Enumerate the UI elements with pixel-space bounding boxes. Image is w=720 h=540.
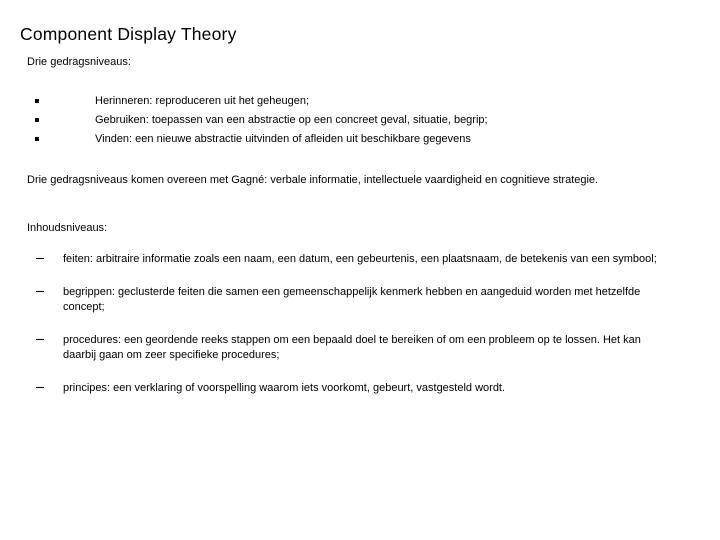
list-item: Herinneren: reproduceren uit het geheuge… <box>27 92 693 111</box>
square-bullet-icon <box>35 99 39 103</box>
list-item: begrippen: geclusterde feiten die samen … <box>27 285 663 315</box>
dash-bullet-icon <box>36 258 44 259</box>
list-item-label: Herinneren: reproduceren uit het geheuge… <box>95 95 310 107</box>
square-bullet-icon <box>35 137 39 141</box>
list-item: feiten: arbitraire informatie zoals een … <box>27 252 663 267</box>
square-bullet-icon <box>35 118 39 122</box>
section-label-inhoudsniveaus: Inhoudsniveaus: <box>27 222 108 234</box>
list-item: Gebruiken: toepassen van een abstractie … <box>27 111 693 130</box>
list-item-label: Gebruiken: toepassen van een abstractie … <box>95 114 488 126</box>
slide-body: Drie gedragsniveaus: Herinneren: reprodu… <box>27 55 693 396</box>
slide-canvas: Component Display Theory Drie gedragsniv… <box>0 0 720 540</box>
page-title: Component Display Theory <box>20 24 237 44</box>
behaviour-levels-list: Herinneren: reproduceren uit het geheuge… <box>27 92 693 149</box>
lead-line: Drie gedragsniveaus: <box>27 56 131 68</box>
content-levels-list: feiten: arbitraire informatie zoals een … <box>27 252 693 396</box>
list-item-label: Vinden: een nieuwe abstractie uitvinden … <box>95 133 471 145</box>
list-item: principes: een verklaring of voorspellin… <box>27 381 663 396</box>
list-item-label: feiten: arbitraire informatie zoals een … <box>63 253 657 265</box>
gagne-paragraph: Drie gedragsniveaus komen overeen met Ga… <box>27 174 599 186</box>
dash-bullet-icon <box>36 291 44 292</box>
list-item: procedures: een geordende reeks stappen … <box>27 333 663 363</box>
list-item-label: principes: een verklaring of voorspellin… <box>63 382 506 394</box>
dash-bullet-icon <box>36 339 44 340</box>
dash-bullet-icon <box>36 387 44 388</box>
list-item: Vinden: een nieuwe abstractie uitvinden … <box>27 130 693 149</box>
list-item-label: procedures: een geordende reeks stappen … <box>63 334 641 361</box>
list-item-label: begrippen: geclusterde feiten die samen … <box>63 286 641 313</box>
